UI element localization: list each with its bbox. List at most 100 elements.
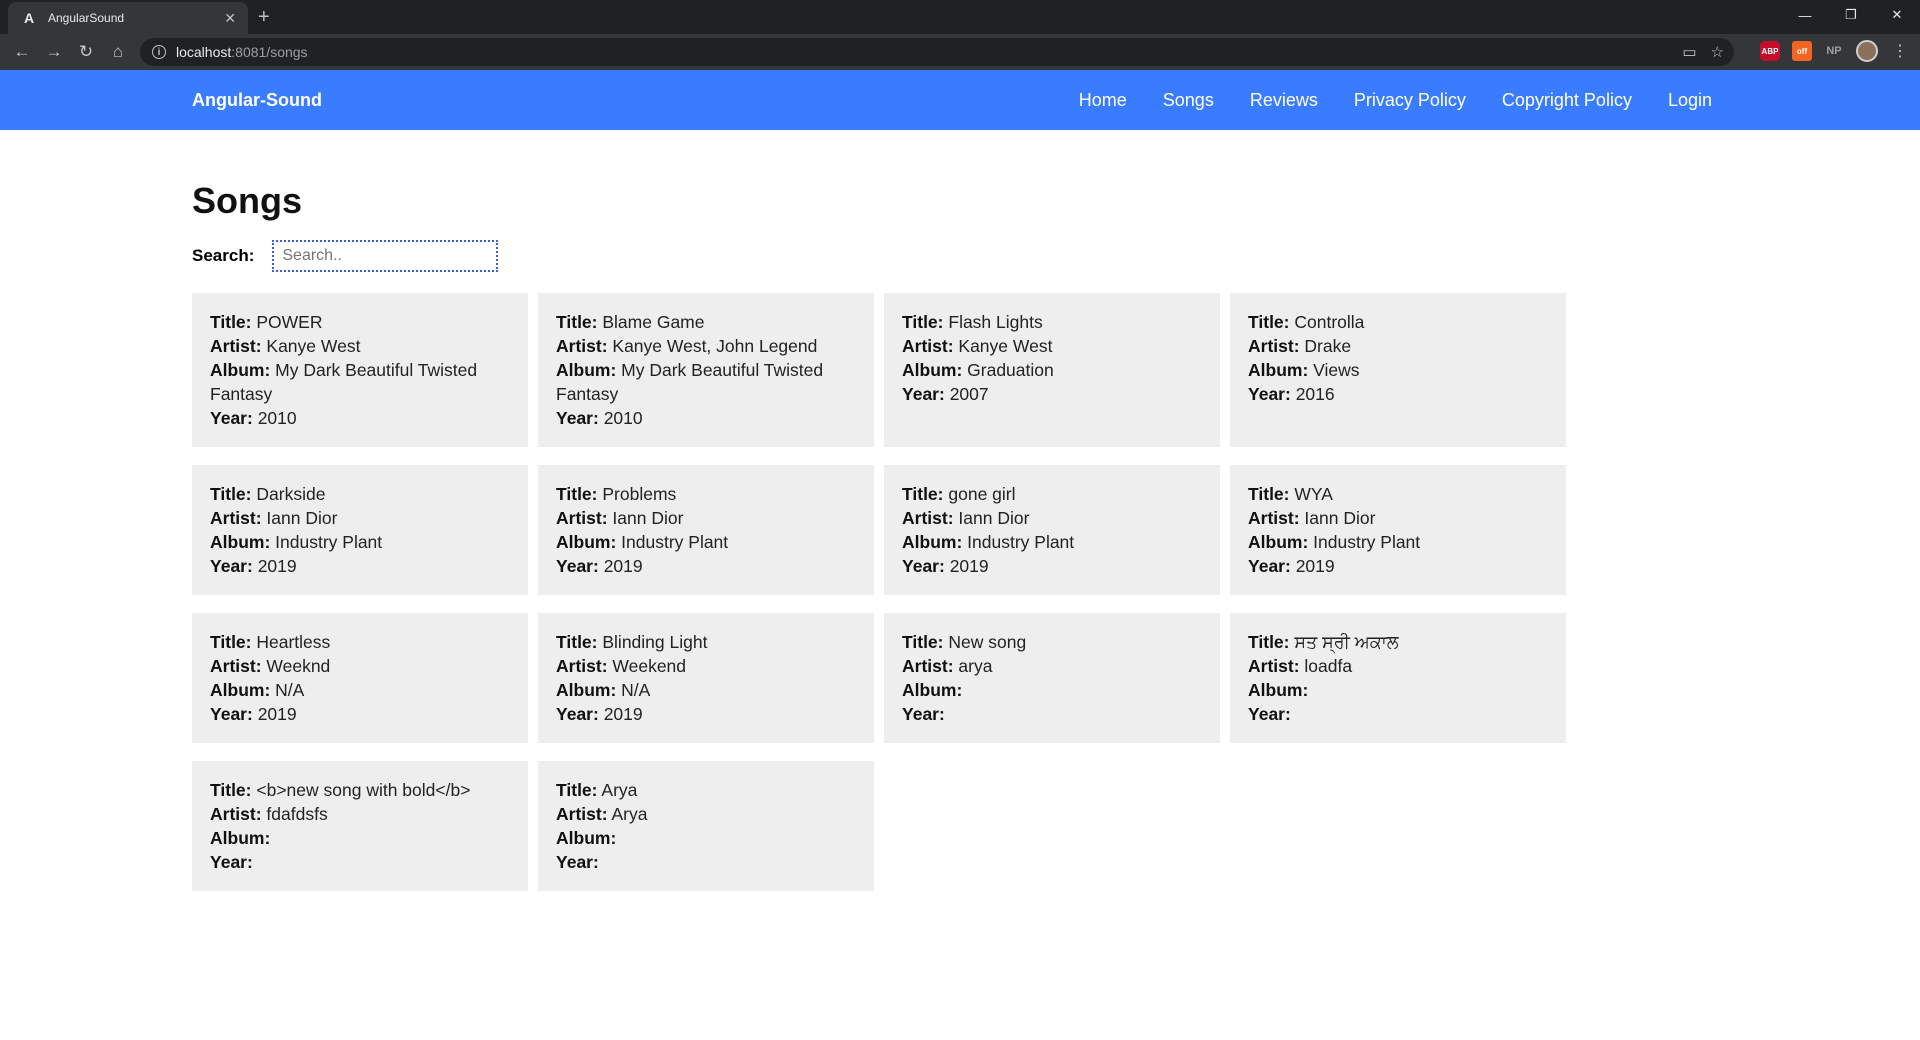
song-title-row: Title: Flash Lights (902, 312, 1043, 332)
song-year-row: Year: 2007 (902, 384, 989, 404)
song-card: Title: Heartless Artist: Weeknd Album: N… (192, 613, 528, 743)
nav-privacy-policy-link[interactable]: Privacy Policy (1354, 90, 1466, 111)
adblock-extension-icon[interactable]: ABP (1760, 41, 1780, 61)
song-artist-row: Artist: arya (902, 656, 993, 676)
song-album-row: Album: (902, 680, 963, 700)
song-year-row: Year: 2016 (1248, 384, 1335, 404)
search-row: Search: (192, 240, 1572, 272)
song-album-row: Album: Industry Plant (902, 532, 1075, 552)
forward-arrow-icon[interactable]: → (38, 36, 70, 68)
browser-tabstrip: A AngularSound ✕ + — ❐ ✕ (0, 0, 1920, 34)
song-album-row: Album: N/A (556, 680, 651, 700)
page-title: Songs (192, 180, 303, 221)
nav-home-link[interactable]: Home (1079, 90, 1127, 111)
song-title-row: Title: Controlla (1248, 312, 1365, 332)
search-input[interactable] (272, 240, 499, 272)
song-artist-row: Artist: Drake (1248, 336, 1352, 356)
song-album-row: Album: Graduation (902, 360, 1054, 380)
back-arrow-icon[interactable]: ← (6, 36, 38, 68)
omnibox-actions: ▭ ☆ (1682, 43, 1724, 61)
rss-extension-icon[interactable]: off (1792, 41, 1812, 61)
extensions-area: ABP off NP ⋮ (1760, 40, 1910, 62)
nav-links: Home Songs Reviews Privacy Policy Copyri… (1079, 70, 1712, 130)
song-card: Title: Flash Lights Artist: Kanye West A… (884, 293, 1220, 447)
brand-link[interactable]: Angular-Sound (192, 70, 322, 130)
browser-toolbar: ← → ↻ ⌂ i localhost:8081/songs ▭ ☆ ABP o… (0, 34, 1920, 70)
song-album-row: Album: (556, 828, 617, 848)
angular-favicon-icon: A (23, 10, 35, 26)
song-card: Title: <b>new song with bold</b> Artist:… (192, 761, 528, 891)
song-card: Title: Blame Game Artist: Kanye West, Jo… (538, 293, 874, 447)
url-text[interactable]: localhost:8081/songs (176, 44, 308, 60)
home-icon[interactable]: ⌂ (102, 36, 134, 68)
restore-icon[interactable]: ❐ (1828, 0, 1874, 30)
song-card: Title: Blinding Light Artist: Weekend Al… (538, 613, 874, 743)
song-album-row: Album: Views (1248, 360, 1360, 380)
song-artist-row: Artist: Weekend (556, 656, 687, 676)
minimize-icon[interactable]: — (1782, 0, 1828, 30)
close-tab-icon[interactable]: ✕ (224, 10, 236, 27)
search-label: Search: (192, 246, 255, 265)
nav-reviews-link[interactable]: Reviews (1250, 90, 1318, 111)
song-title-row: Title: Arya (556, 780, 638, 800)
song-album-row: Album: My Dark Beautiful Twisted Fantasy (556, 360, 824, 404)
nav-copyright-policy-link[interactable]: Copyright Policy (1502, 90, 1632, 111)
info-icon[interactable]: i (152, 45, 166, 59)
song-album-row: Album: (210, 828, 271, 848)
song-title-row: Title: Blinding Light (556, 632, 708, 652)
songs-grid: Title: POWER Artist: Kanye West Album: M… (192, 293, 1572, 891)
browser-tab[interactable]: A AngularSound ✕ (8, 2, 248, 34)
reload-icon[interactable]: ↻ (70, 36, 102, 68)
main-content: Songs Search: Title: POWER Artist: Kanye… (192, 170, 1572, 891)
song-artist-row: Artist: Kanye West, John Legend (556, 336, 818, 356)
song-year-row: Year: 2019 (902, 556, 989, 576)
song-album-row: Album: My Dark Beautiful Twisted Fantasy (210, 360, 478, 404)
song-artist-row: Artist: loadfa (1248, 656, 1353, 676)
cast-icon[interactable]: ▭ (1682, 43, 1696, 61)
song-card: Title: Controlla Artist: Drake Album: Vi… (1230, 293, 1566, 447)
song-artist-row: Artist: Iann Dior (210, 508, 338, 528)
song-artist-row: Artist: Weeknd (210, 656, 331, 676)
close-window-icon[interactable]: ✕ (1874, 0, 1920, 30)
song-artist-row: Artist: Arya (556, 804, 648, 824)
song-year-row: Year: 2019 (1248, 556, 1335, 576)
song-year-row: Year: (556, 852, 599, 872)
song-year-row: Year: (1248, 704, 1291, 724)
address-bar[interactable]: i localhost:8081/songs ▭ ☆ (140, 38, 1734, 66)
song-artist-row: Artist: Kanye West (902, 336, 1053, 356)
bookmark-star-icon[interactable]: ☆ (1711, 43, 1724, 61)
song-card: Title: Arya Artist: Arya Album: Year: (538, 761, 874, 891)
song-album-row: Album: Industry Plant (556, 532, 729, 552)
song-title-row: Title: WYA (1248, 484, 1333, 504)
song-card: Title: WYA Artist: Iann Dior Album: Indu… (1230, 465, 1566, 595)
song-card: Title: POWER Artist: Kanye West Album: M… (192, 293, 528, 447)
song-year-row: Year: 2019 (556, 556, 643, 576)
song-album-row: Album: Industry Plant (1248, 532, 1421, 552)
song-artist-row: Artist: Iann Dior (556, 508, 684, 528)
song-artist-row: Artist: Iann Dior (902, 508, 1030, 528)
song-title-row: Title: Darkside (210, 484, 326, 504)
nav-login-link[interactable]: Login (1668, 90, 1712, 111)
song-artist-row: Artist: Iann Dior (1248, 508, 1376, 528)
nav-songs-link[interactable]: Songs (1163, 90, 1214, 111)
song-year-row: Year: 2019 (210, 704, 297, 724)
song-artist-row: Artist: fdafdsfs (210, 804, 328, 824)
song-artist-row: Artist: Kanye West (210, 336, 361, 356)
profile-avatar[interactable] (1856, 40, 1878, 62)
song-title-row: Title: ਸਤ ਸ੍ਰੀ ਅਕਾਲ (1248, 632, 1399, 652)
browser-menu-icon[interactable]: ⋮ (1890, 41, 1910, 61)
song-title-row: Title: Problems (556, 484, 677, 504)
window-controls: — ❐ ✕ (1782, 0, 1920, 30)
song-year-row: Year: 2019 (210, 556, 297, 576)
song-year-row: Year: 2010 (210, 408, 297, 428)
song-album-row: Album: N/A (210, 680, 305, 700)
np-extension-icon[interactable]: NP (1824, 41, 1844, 61)
song-year-row: Year: (902, 704, 945, 724)
app-navbar: Angular-Sound Home Songs Reviews Privacy… (0, 70, 1920, 130)
song-album-row: Album: (1248, 680, 1309, 700)
song-card: Title: Darkside Artist: Iann Dior Album:… (192, 465, 528, 595)
song-album-row: Album: Industry Plant (210, 532, 383, 552)
song-year-row: Year: 2010 (556, 408, 643, 428)
song-card: Title: Problems Artist: Iann Dior Album:… (538, 465, 874, 595)
new-tab-button[interactable]: + (258, 6, 270, 29)
